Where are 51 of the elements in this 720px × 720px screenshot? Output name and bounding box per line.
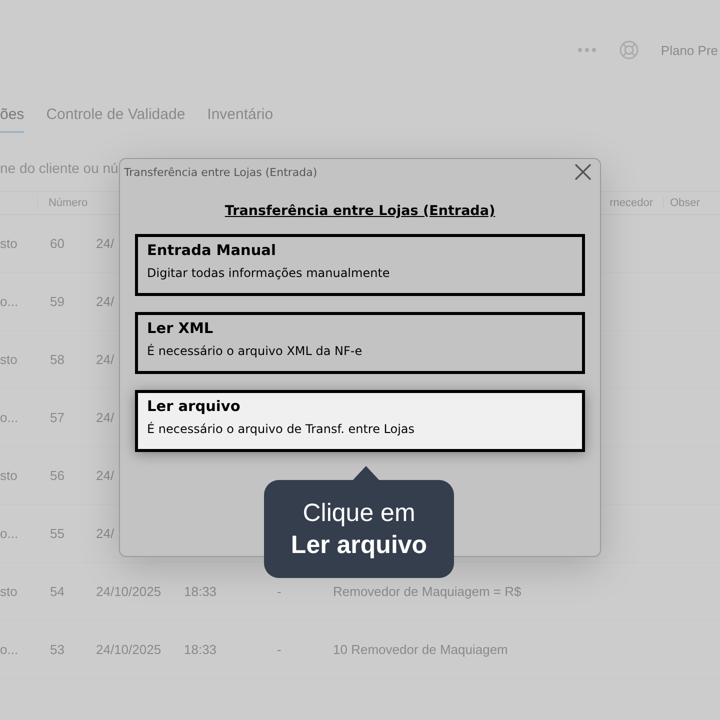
- table-cell: Removedor de Maquiagem = R$: [333, 584, 522, 599]
- tooltip-text: Clique em Ler arquivo: [290, 498, 428, 561]
- column-header: rnecedor: [608, 197, 653, 209]
- close-icon[interactable]: [574, 163, 592, 181]
- table-cell-text: 24/: [96, 468, 116, 483]
- table-cell-text: 18:33: [184, 584, 218, 599]
- column-header: Obser: [663, 197, 720, 209]
- table-cell: 10 Removedor de Maquiagem: [333, 642, 508, 657]
- dialog-heading: Transferência entre Lojas (Entrada): [224, 203, 496, 219]
- table-cell-text: 55: [50, 526, 66, 541]
- table-cell-text: sto: [0, 236, 18, 251]
- table-cell-text: 18:33: [184, 642, 218, 657]
- table-cell-text: sto: [0, 352, 18, 367]
- plan-label[interactable]: Plano Pre: [660, 42, 718, 58]
- table-cell-text: -: [277, 584, 282, 599]
- option-title: Ler arquivo: [147, 399, 242, 415]
- more-icon[interactable]: [576, 47, 597, 53]
- table-cell-text: o...: [0, 410, 20, 425]
- option-description: É necessário o arquivo de Transf. entre Lojas: [147, 422, 416, 436]
- table-cell-text: 24/10/2025: [96, 584, 162, 599]
- window-title: Transferência entre Lojas (Entrada): [124, 166, 318, 178]
- table-cell-text: 58: [50, 352, 66, 367]
- option-title: Entrada Manual: [147, 243, 277, 259]
- table-cell-text: o...: [0, 642, 20, 657]
- option-description: É necessário o arquivo XML da NF-e: [147, 344, 364, 358]
- lifebuoy-icon[interactable]: [618, 40, 639, 60]
- option-title: Ler XML: [147, 321, 214, 337]
- option-card[interactable]: Entrada Manual Digitar todas informações manualmente: [135, 234, 585, 296]
- table-cell-text: sto: [0, 584, 18, 599]
- table-cell-text: o...: [0, 294, 20, 309]
- tab[interactable]: ões: [0, 100, 24, 133]
- table-cell-text: -: [277, 642, 282, 657]
- table-cell-text: 54: [50, 584, 66, 599]
- table-cell-text: 24/: [96, 526, 116, 541]
- option-card[interactable]: Ler XML É necessário o arquivo XML da NF-e: [135, 312, 585, 374]
- option-card[interactable]: Ler arquivo É necessário o arquivo de Transf. entre Lojas: [135, 390, 585, 452]
- table-cell-text: 24/: [96, 294, 116, 309]
- table-cell-text: 24/: [96, 410, 116, 425]
- table-cell-text: o...: [0, 526, 20, 541]
- table-cell-text: 56: [50, 468, 66, 483]
- table-cell-text: sto: [0, 468, 18, 483]
- tab[interactable]: Controle de Validade: [46, 100, 186, 133]
- table-cell-text: 59: [50, 294, 66, 309]
- table-cell-text: 57: [50, 410, 66, 425]
- table-cell-text: 53: [50, 642, 66, 657]
- table-cell-text: 24/10/2025: [96, 642, 162, 657]
- column-header: Número: [37, 197, 98, 209]
- table-cell-text: 24/: [96, 352, 116, 367]
- table-cell-text: 60: [50, 236, 66, 251]
- option-description: Digitar todas informações manualmente: [147, 266, 391, 280]
- tab[interactable]: Inventário: [207, 100, 274, 133]
